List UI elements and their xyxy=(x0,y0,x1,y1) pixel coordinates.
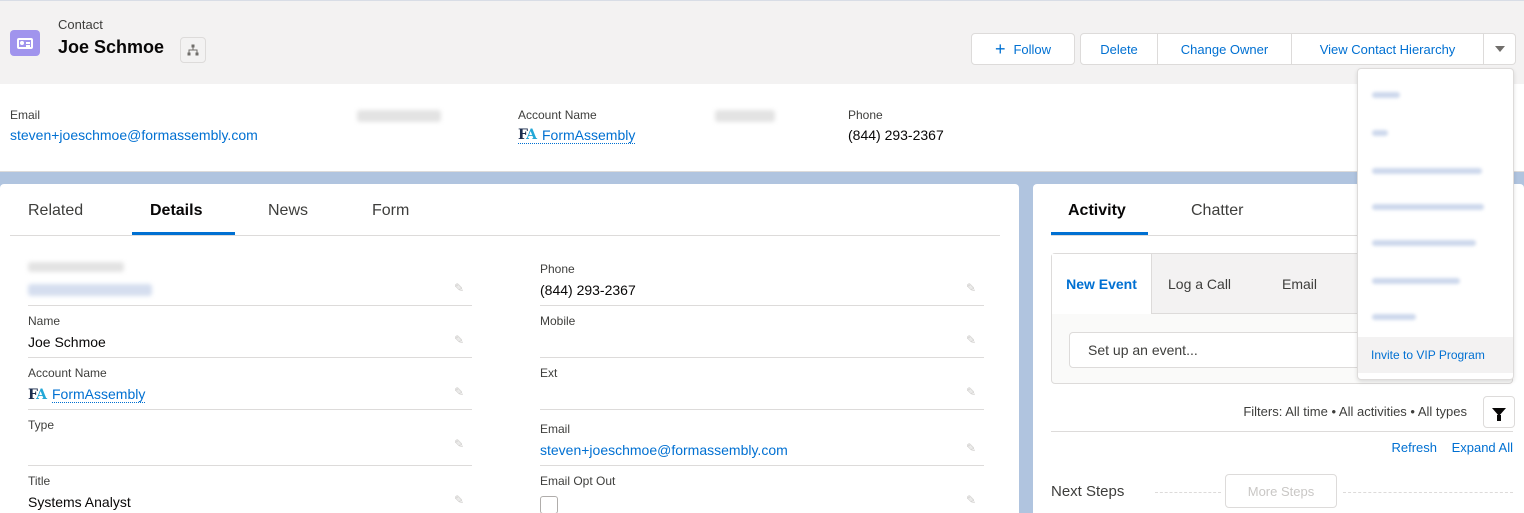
field-label: Name xyxy=(28,314,61,328)
filter-button[interactable] xyxy=(1483,396,1515,428)
tab-chatter[interactable]: Chatter xyxy=(1191,202,1243,220)
pencil-icon[interactable]: ✎ xyxy=(454,282,466,294)
pencil-icon[interactable]: ✎ xyxy=(966,494,978,506)
field-value: Joe Schmoe xyxy=(28,334,106,350)
tab-log-a-call[interactable]: Log a Call xyxy=(1168,254,1231,314)
active-tab-indicator xyxy=(1051,232,1148,235)
tab-details[interactable]: Details xyxy=(150,202,202,220)
field-mobile: Mobile ✎ xyxy=(540,306,984,358)
refresh-link[interactable]: Refresh xyxy=(1391,440,1437,455)
next-steps-heading: Next Steps xyxy=(1051,483,1125,500)
menu-item-redacted[interactable] xyxy=(1358,263,1513,299)
field-phone: Phone (844) 293-2367 ✎ xyxy=(540,254,984,306)
account-link[interactable]: FA FormAssembly xyxy=(518,127,636,144)
field-title: Title Systems Analyst ✎ xyxy=(28,466,472,513)
account-name: FormAssembly xyxy=(52,386,146,403)
phone-value: (844) 293-2367 xyxy=(848,127,944,143)
pencil-icon[interactable]: ✎ xyxy=(454,494,466,506)
active-tab-indicator xyxy=(132,232,235,235)
pencil-icon[interactable]: ✎ xyxy=(454,438,466,450)
field-label: Mobile xyxy=(540,314,576,328)
details-card: Related Details News Form ✎ Name Joe Sch… xyxy=(0,184,1019,513)
field-label: Account Name xyxy=(28,366,107,380)
email-link[interactable]: steven+joeschmoe@formassembly.com xyxy=(10,127,258,143)
expand-all-link[interactable]: Expand All xyxy=(1452,440,1513,455)
divider xyxy=(1155,492,1221,493)
highlight-label: Email xyxy=(10,108,41,122)
field-label: Ext xyxy=(540,366,558,380)
field-name: Name Joe Schmoe ✎ xyxy=(28,306,472,358)
account-name: FormAssembly xyxy=(542,127,636,143)
tab-activity[interactable]: Activity xyxy=(1068,202,1126,220)
tab-email[interactable]: Email xyxy=(1282,254,1317,314)
field-ext: Ext ✎ xyxy=(540,358,984,410)
tab-new-event[interactable]: New Event xyxy=(1052,254,1152,314)
field-email: Email steven+joeschmoe@formassembly.com … xyxy=(540,410,984,466)
record-title: Joe Schmoe xyxy=(58,37,165,57)
pencil-icon[interactable]: ✎ xyxy=(454,334,466,346)
formassembly-logo: FA xyxy=(518,127,537,143)
pencil-icon[interactable]: ✎ xyxy=(966,386,978,398)
highlights-panel: Email steven+joeschmoe@formassembly.com … xyxy=(0,84,1524,172)
menu-item-redacted[interactable] xyxy=(1358,299,1513,335)
redacted-field-row: ✎ xyxy=(28,254,472,306)
highlight-label: Phone xyxy=(848,108,883,122)
menu-item-redacted[interactable] xyxy=(1358,225,1513,261)
follow-label: Follow xyxy=(1013,41,1052,57)
account-link[interactable]: FA FormAssembly xyxy=(28,386,146,403)
object-type-label: Contact xyxy=(58,17,103,32)
pencil-icon[interactable]: ✎ xyxy=(454,386,466,398)
filters-text: Filters: All time • All activities • All… xyxy=(1243,404,1467,419)
highlight-label: Account Name xyxy=(518,108,597,122)
more-steps-button[interactable]: More Steps xyxy=(1225,474,1337,508)
menu-item-invite-vip[interactable]: Invite to VIP Program xyxy=(1358,337,1513,373)
menu-item-redacted[interactable] xyxy=(1358,77,1513,113)
redacted-field xyxy=(357,110,441,122)
pencil-icon[interactable]: ✎ xyxy=(966,282,978,294)
field-type: Type ✎ xyxy=(28,410,472,466)
divider xyxy=(1343,492,1513,493)
record-tabs: Related Details News Form xyxy=(10,184,1000,236)
tab-news[interactable]: News xyxy=(268,202,308,220)
plus-icon: + xyxy=(994,39,1006,59)
field-label: Type xyxy=(28,418,55,432)
follow-button[interactable]: + Follow xyxy=(971,33,1075,65)
record-header: Contact Joe Schmoe + Follow Delete Change… xyxy=(0,0,1524,84)
menu-item-redacted[interactable] xyxy=(1358,189,1513,225)
email-link[interactable]: steven+joeschmoe@formassembly.com xyxy=(540,442,788,458)
field-value: (844) 293-2367 xyxy=(540,282,636,298)
field-email-opt-out: Email Opt Out ✎ xyxy=(540,466,984,513)
field-label: Email xyxy=(540,422,571,436)
field-value: Systems Analyst xyxy=(28,494,131,510)
pencil-icon[interactable]: ✎ xyxy=(966,334,978,346)
change-owner-button[interactable]: Change Owner xyxy=(1158,33,1292,65)
field-label: Phone xyxy=(540,262,575,276)
field-label: Email Opt Out xyxy=(540,474,616,488)
pencil-icon[interactable]: ✎ xyxy=(966,442,978,454)
view-contact-hierarchy-button[interactable]: View Contact Hierarchy xyxy=(1292,33,1484,65)
email-opt-out-checkbox[interactable] xyxy=(540,496,558,513)
actions-dropdown-menu: Invite to VIP Program xyxy=(1357,68,1514,380)
action-button-group: Delete Change Owner View Contact Hierarc… xyxy=(1080,33,1516,65)
tab-related[interactable]: Related xyxy=(28,202,83,220)
menu-item-redacted[interactable] xyxy=(1358,153,1513,189)
divider xyxy=(1051,431,1513,432)
contact-card-icon xyxy=(10,30,40,56)
highlight-phone: Phone (844) 293-2367 xyxy=(848,108,944,143)
highlight-account: Account Name FA FormAssembly xyxy=(518,108,636,144)
chevron-down-icon xyxy=(1494,46,1505,52)
field-account-name: Account Name FA FormAssembly ✎ xyxy=(28,358,472,410)
funnel-icon xyxy=(1492,408,1506,421)
tab-form[interactable]: Form xyxy=(372,202,409,220)
redacted-field xyxy=(715,110,775,122)
highlight-email: Email steven+joeschmoe@formassembly.com xyxy=(10,108,258,143)
hierarchy-icon[interactable] xyxy=(180,37,206,63)
formassembly-logo: FA xyxy=(28,386,47,403)
delete-button[interactable]: Delete xyxy=(1080,33,1158,65)
menu-item-redacted[interactable] xyxy=(1358,115,1513,151)
more-actions-button[interactable] xyxy=(1484,33,1516,65)
field-label: Title xyxy=(28,474,51,488)
